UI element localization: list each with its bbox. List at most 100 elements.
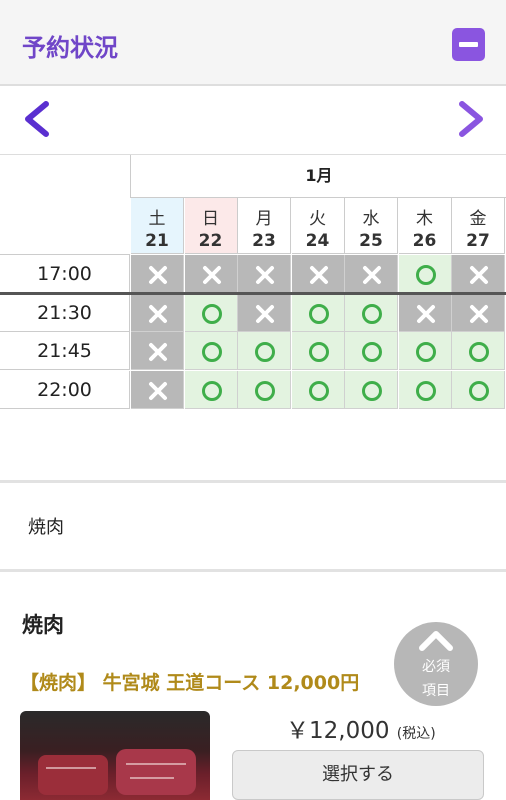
section-title: 焼肉 (22, 613, 64, 637)
date-label: 24 (305, 231, 330, 251)
circle-available-icon (362, 380, 382, 401)
slot-available[interactable] (345, 370, 398, 409)
header: 予約状況 (0, 0, 506, 86)
date-label: 27 (466, 231, 490, 251)
slot-available[interactable] (345, 332, 398, 370)
weekday-label: 土 (148, 209, 166, 229)
course-photo (20, 711, 210, 800)
collapse-button[interactable] (452, 28, 485, 61)
circle-available-icon (201, 342, 222, 362)
slot-available[interactable] (238, 332, 291, 370)
day-header: 日 22 (184, 198, 238, 254)
cross-unavailable-icon (363, 266, 381, 284)
slot-available[interactable] (291, 370, 345, 409)
slot-available[interactable] (184, 370, 238, 409)
slot-unavailable (291, 255, 345, 293)
slot-available[interactable] (184, 332, 238, 370)
slot-unavailable (238, 255, 291, 293)
weekday-label: 月 (255, 209, 273, 229)
course-price: ￥12,000 (税込) (286, 711, 436, 745)
weekday-label: 火 (309, 209, 326, 229)
time-label: 21:45 (0, 332, 130, 370)
day-header: 金 27 (452, 198, 505, 254)
circle-available-icon (308, 380, 329, 401)
slot-available[interactable] (398, 370, 452, 409)
circle-available-icon (308, 303, 329, 324)
day-header: 土 21 (131, 198, 184, 254)
slot-unavailable (452, 293, 505, 332)
day-header: 木 26 (398, 198, 452, 254)
cross-unavailable-icon (470, 304, 488, 323)
slot-unavailable (398, 293, 452, 332)
day-header: 月 23 (238, 198, 291, 254)
cross-unavailable-icon (149, 266, 167, 284)
required-badge[interactable]: 必須 項目 (394, 622, 478, 706)
day-header: 水 25 (345, 198, 398, 254)
circle-available-icon (201, 303, 222, 324)
chevron-left-icon[interactable] (20, 100, 54, 138)
date-label: 22 (198, 231, 223, 251)
time-label: 21:30 (0, 293, 130, 332)
weekday-label: 水 (362, 209, 380, 229)
price-value: ￥12,000 (286, 718, 390, 744)
chevron-right-icon[interactable] (454, 100, 488, 138)
cross-unavailable-icon (309, 266, 328, 284)
circle-available-icon (415, 380, 436, 401)
weekday-label: 金 (469, 209, 487, 229)
slot-unavailable (345, 255, 398, 293)
cross-unavailable-icon (149, 304, 167, 323)
slot-available[interactable] (398, 332, 452, 370)
divider (0, 569, 506, 572)
circle-available-icon (255, 342, 275, 362)
category-label: 焼肉 (28, 517, 64, 538)
slot-available[interactable] (345, 293, 398, 332)
calendar-corner (0, 155, 130, 255)
required-badge-line2: 項目 (422, 683, 450, 699)
date-label: 23 (252, 231, 276, 251)
slot-unavailable (131, 370, 184, 409)
cross-unavailable-icon (149, 381, 167, 400)
cross-unavailable-icon (470, 266, 488, 284)
date-label: 26 (412, 231, 437, 251)
month-label: 1月 (130, 155, 506, 198)
circle-available-icon (415, 342, 436, 362)
slot-unavailable (131, 293, 184, 332)
date-label: 21 (145, 231, 169, 251)
circle-available-icon (255, 380, 275, 401)
slot-unavailable (238, 293, 291, 332)
cross-unavailable-icon (256, 266, 274, 284)
slot-unavailable (131, 332, 184, 370)
cross-unavailable-icon (202, 266, 221, 284)
circle-available-icon (362, 342, 382, 362)
minus-icon (459, 42, 478, 47)
page-title: 予約状況 (22, 34, 118, 62)
slot-unavailable (452, 255, 505, 293)
slot-unavailable (184, 255, 238, 293)
weekday-label: 日 (202, 209, 219, 229)
time-label: 17:00 (0, 255, 130, 293)
time-label: 22:00 (0, 370, 130, 409)
circle-available-icon (469, 380, 489, 401)
select-button[interactable]: 選択する (232, 750, 484, 800)
slot-available[interactable] (452, 370, 505, 409)
divider (0, 480, 506, 483)
circle-available-icon (469, 342, 489, 362)
slot-available[interactable] (398, 255, 452, 293)
circle-available-icon (362, 303, 382, 324)
tax-note: (税込) (396, 726, 436, 742)
circle-available-icon (415, 265, 436, 285)
slot-available[interactable] (238, 370, 291, 409)
date-label: 25 (359, 231, 383, 251)
current-time-line (0, 292, 506, 295)
slot-available[interactable] (452, 332, 505, 370)
weekday-label: 木 (416, 209, 433, 229)
slot-available[interactable] (291, 332, 345, 370)
slot-available[interactable] (184, 293, 238, 332)
slot-available[interactable] (291, 293, 345, 332)
course-name[interactable]: 【焼肉】 牛宮城 王道コース 12,000円 (20, 668, 359, 695)
date-navigation (0, 86, 506, 155)
slot-unavailable (131, 255, 184, 293)
cross-unavailable-icon (416, 304, 435, 323)
cross-unavailable-icon (149, 343, 167, 361)
circle-available-icon (201, 380, 222, 401)
